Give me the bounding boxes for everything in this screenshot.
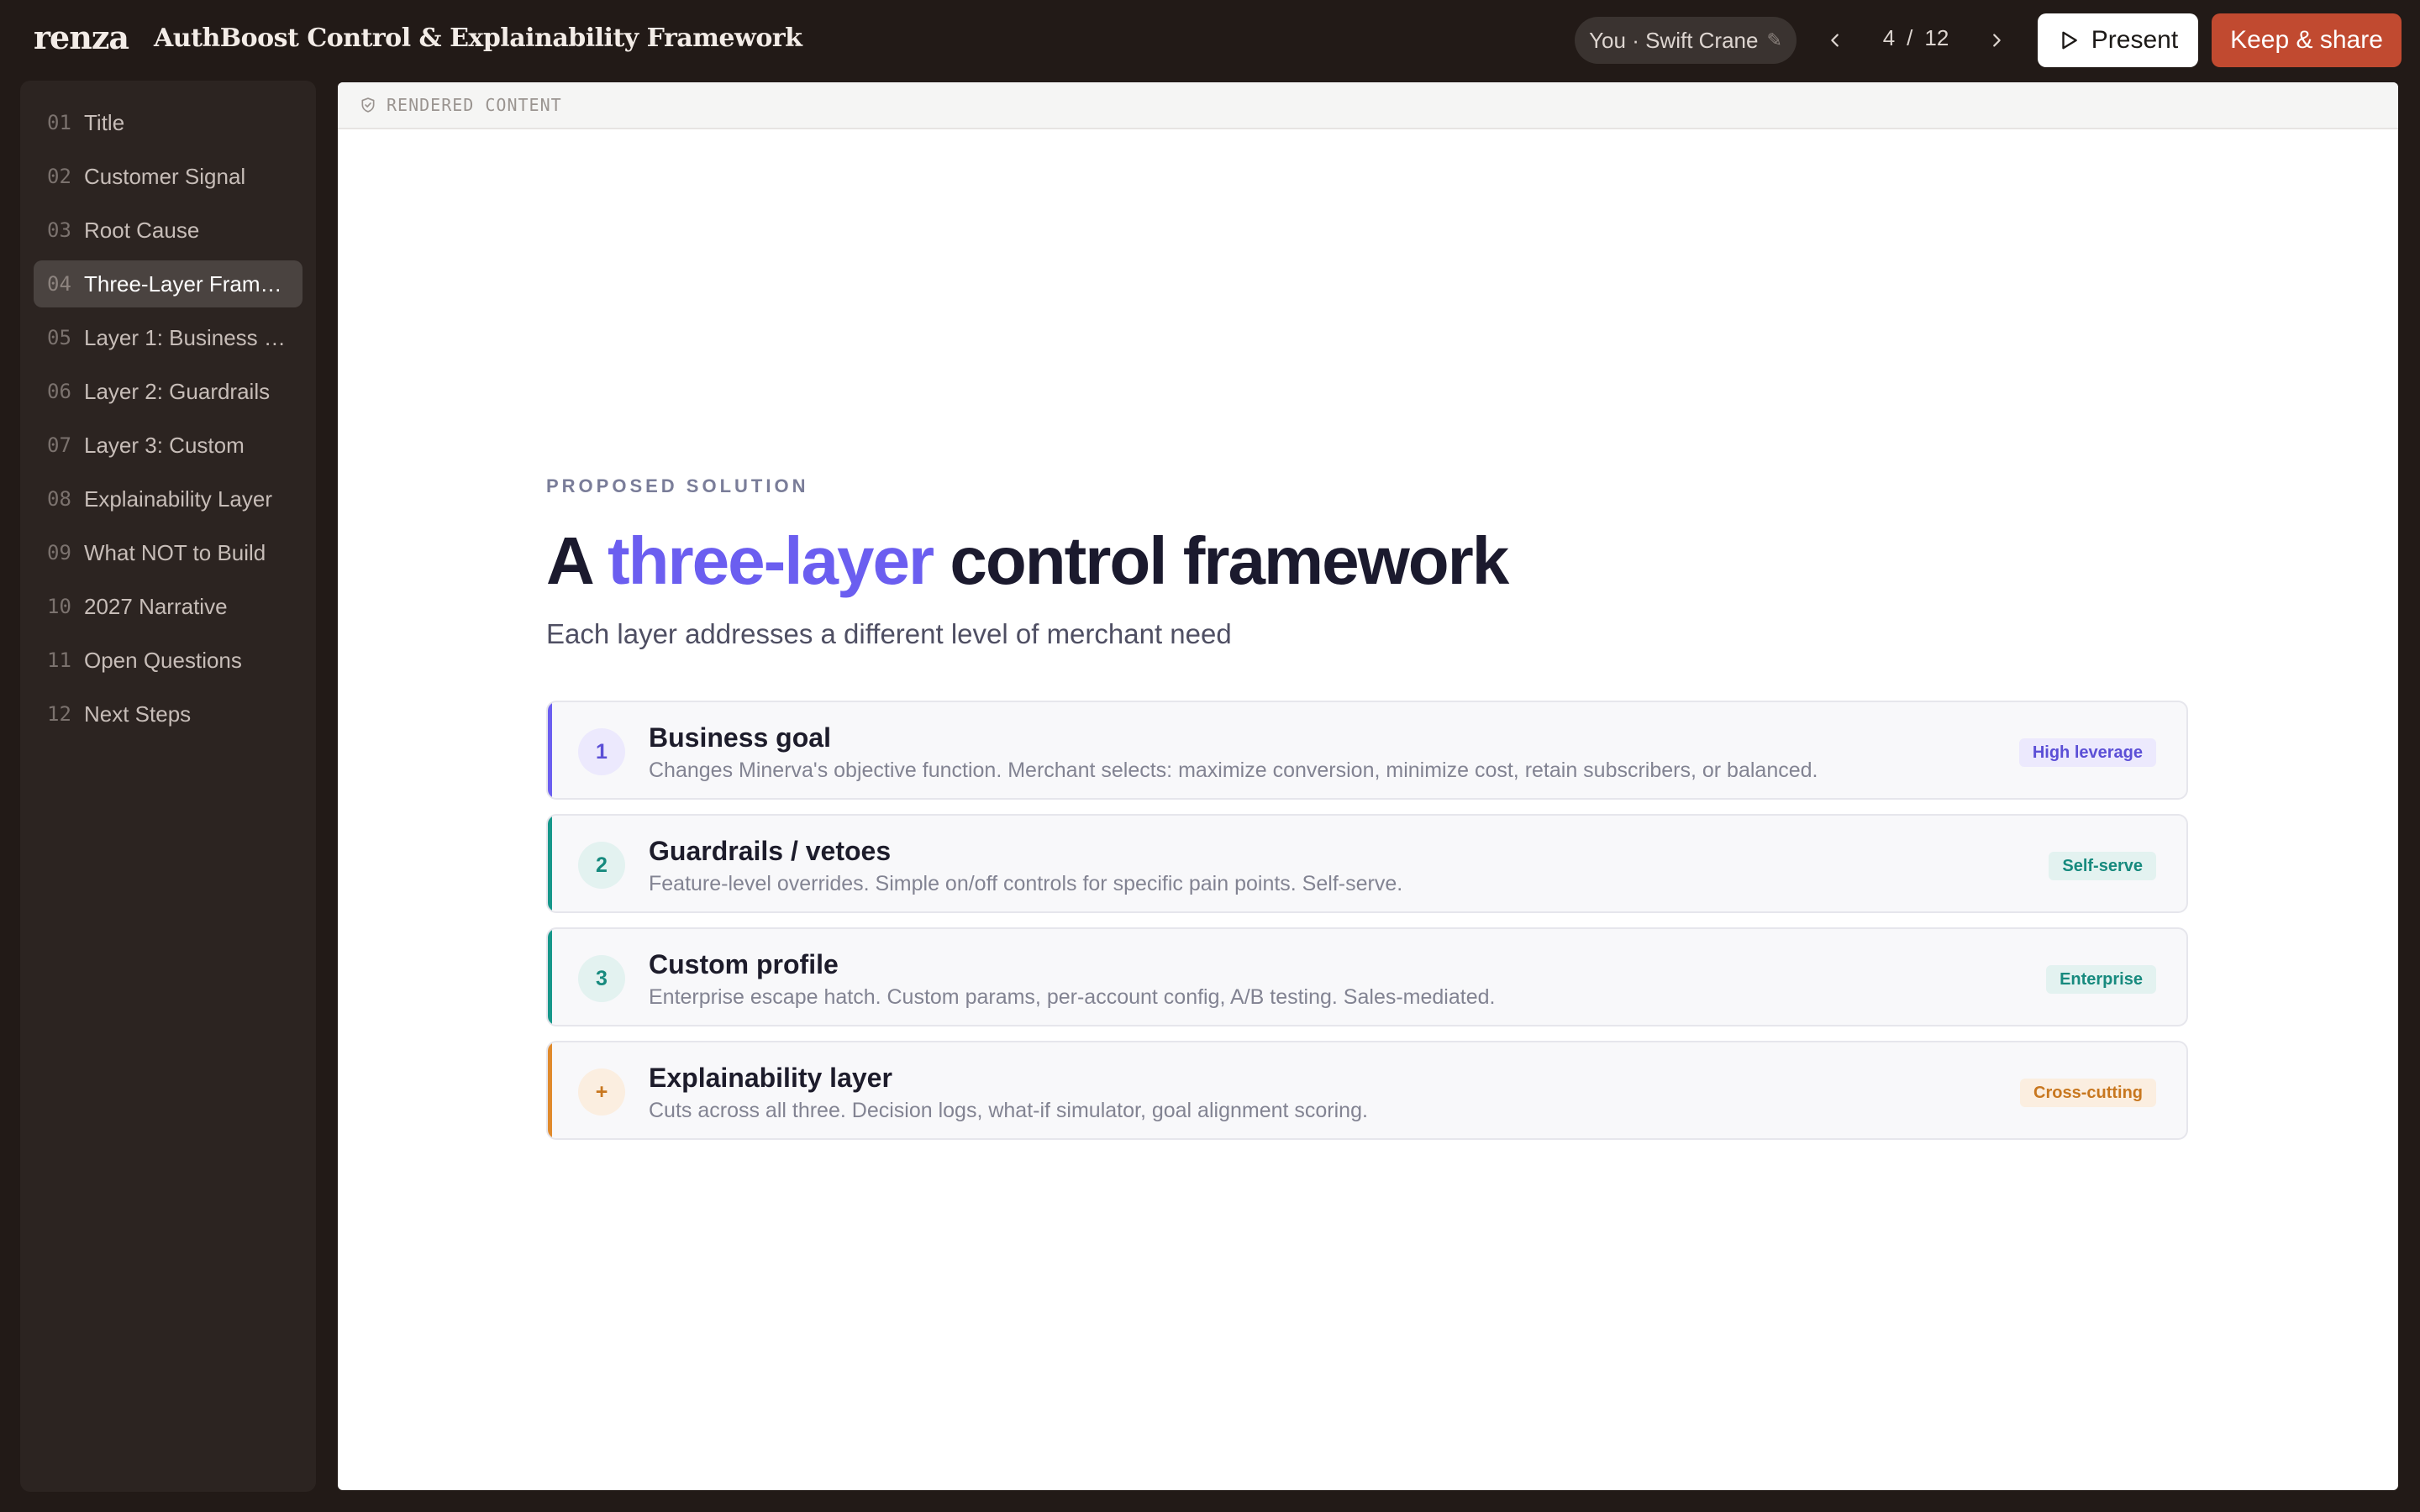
layer-tag: Enterprise bbox=[2046, 965, 2156, 994]
previous-slide-button[interactable] bbox=[1815, 20, 1855, 60]
page-total: 12 bbox=[1924, 25, 1949, 50]
slide-title: Root Cause bbox=[84, 217, 200, 243]
slide-title: Layer 1: Business Goal bbox=[84, 324, 286, 350]
layer-number-badge: 1 bbox=[578, 728, 625, 775]
page-indicator: 4 / 12 bbox=[1862, 25, 1970, 51]
slide-title: Three-Layer Framework bbox=[84, 270, 286, 297]
canvas-header: RENDERED CONTENT bbox=[338, 82, 2398, 129]
keep-and-share-button[interactable]: Keep & share bbox=[2212, 13, 2402, 67]
slide-number: 11 bbox=[47, 648, 71, 672]
slide-list-sidebar: 01 Title 02 Customer Signal 03 Root Cause 04 Th… bbox=[20, 81, 316, 1492]
slide-canvas: RENDERED CONTENT PROPOSED SOLUTION A thr… bbox=[338, 82, 2398, 1490]
sidebar-slide-item[interactable]: 12 Next Steps bbox=[34, 690, 302, 738]
slide-number: 07 bbox=[47, 433, 71, 457]
slide-number: 03 bbox=[47, 218, 71, 242]
layer-text: Business goal Changes Minerva's objective… bbox=[649, 722, 1818, 783]
layer-text: Guardrails / vetoes Feature-level overrid… bbox=[649, 836, 1402, 896]
sidebar-slide-item[interactable]: 10 2027 Narrative bbox=[34, 583, 302, 630]
shield-icon bbox=[361, 97, 375, 113]
slide-title: What NOT to Build bbox=[84, 539, 266, 565]
slide-title: Customer Signal bbox=[84, 163, 246, 189]
slide-title: Next Steps bbox=[84, 701, 192, 727]
layer-name: Custom profile bbox=[649, 949, 839, 979]
layer-description: Changes Minerva's objective function. Me… bbox=[649, 759, 1818, 782]
present-button[interactable]: Present bbox=[2038, 13, 2198, 67]
slide-number: 08 bbox=[47, 487, 71, 511]
slide-number: 05 bbox=[47, 326, 71, 349]
layer-description: Cuts across all three. Decision logs, wh… bbox=[649, 1099, 1368, 1122]
user-name-label: You · Swift Crane bbox=[1589, 27, 1759, 53]
sidebar-slide-item[interactable]: 07 Layer 3: Custom bbox=[34, 422, 302, 469]
layer-name: Guardrails / vetoes bbox=[649, 836, 892, 866]
layer-text: Custom profile Enterprise escape hatch. C… bbox=[649, 949, 1495, 1010]
present-button-label: Present bbox=[2091, 26, 2179, 54]
slide-title: 2027 Narrative bbox=[84, 593, 228, 619]
layer-tag: High leverage bbox=[2018, 738, 2156, 767]
layer-name: Explainability layer bbox=[649, 1063, 892, 1093]
slide-number: 06 bbox=[47, 380, 71, 403]
layer-card: 3 Custom profile Enterprise escape hatch. … bbox=[546, 927, 2188, 1026]
slide-subheading: Each layer addresses a different level o… bbox=[546, 618, 1232, 649]
slide-title: Open Questions bbox=[84, 647, 242, 673]
slide-number: 01 bbox=[47, 111, 71, 134]
layer-number-badge: + bbox=[578, 1068, 625, 1116]
sidebar-slide-item[interactable]: 01 Title bbox=[34, 99, 302, 146]
layer-card: 2 Guardrails / vetoes Feature-level overri… bbox=[546, 814, 2188, 913]
slide-title: Layer 3: Custom bbox=[84, 432, 245, 458]
page-current: 4 bbox=[1882, 25, 1896, 50]
slide-title: Title bbox=[84, 109, 125, 135]
layer-accent-bar bbox=[548, 702, 552, 798]
document-title[interactable]: AuthBoost Control & Explainability Frame… bbox=[154, 24, 802, 53]
slide-kicker: PROPOSED SOLUTION bbox=[546, 475, 809, 496]
slide-number: 12 bbox=[47, 702, 71, 726]
sidebar-slide-item[interactable]: 09 What NOT to Build bbox=[34, 529, 302, 576]
play-icon bbox=[2062, 31, 2077, 50]
page-separator: / bbox=[1907, 25, 1913, 50]
headline-prefix: A bbox=[546, 523, 608, 598]
layer-name: Business goal bbox=[649, 722, 831, 753]
sidebar-slide-item[interactable]: 06 Layer 2: Guardrails bbox=[34, 368, 302, 415]
layer-card: + Explainability layer Cuts across all thr… bbox=[546, 1041, 2188, 1140]
layer-text: Explainability layer Cuts across all thre… bbox=[649, 1063, 1368, 1123]
rendered-content-label: RENDERED CONTENT bbox=[387, 95, 562, 115]
layer-number-badge: 2 bbox=[578, 842, 625, 889]
layer-accent-bar bbox=[548, 1042, 552, 1138]
slide-content: PROPOSED SOLUTION A three-layer control … bbox=[546, 475, 2193, 1154]
chevron-left-icon bbox=[1831, 34, 1839, 47]
layer-card: 1 Business goal Changes Minerva's objectiv… bbox=[546, 701, 2188, 800]
edit-icon: ✎ bbox=[1766, 29, 1782, 50]
sidebar-slide-item[interactable]: 08 Explainability Layer bbox=[34, 475, 302, 522]
user-name-pill[interactable]: You · Swift Crane ✎ bbox=[1575, 17, 1797, 64]
slide-title: Layer 2: Guardrails bbox=[84, 378, 271, 404]
top-bar: renza AuthBoost Control & Explainability… bbox=[0, 0, 2420, 81]
layer-tag: Self-serve bbox=[2049, 852, 2156, 880]
layer-tag: Cross-cutting bbox=[2020, 1079, 2156, 1107]
slide-number: 02 bbox=[47, 165, 71, 188]
slide-number: 09 bbox=[47, 541, 71, 564]
app-logo[interactable]: renza bbox=[34, 18, 129, 56]
headline-accent: three-layer bbox=[608, 523, 934, 598]
headline-suffix: control framework bbox=[933, 523, 1509, 598]
chevron-right-icon bbox=[1993, 34, 2001, 47]
next-slide-button[interactable] bbox=[1976, 20, 2017, 60]
sidebar-slide-item[interactable]: 11 Open Questions bbox=[34, 637, 302, 684]
layer-list: 1 Business goal Changes Minerva's objectiv… bbox=[546, 701, 2193, 1140]
sidebar-slide-item[interactable]: 02 Customer Signal bbox=[34, 153, 302, 200]
layer-accent-bar bbox=[548, 816, 552, 911]
sidebar-slide-item[interactable]: 05 Layer 1: Business Goal bbox=[34, 314, 302, 361]
sidebar-slide-item[interactable]: 04 Three-Layer Framework bbox=[34, 260, 302, 307]
layer-description: Feature-level overrides. Simple on/off c… bbox=[649, 872, 1403, 895]
layer-accent-bar bbox=[548, 929, 552, 1025]
slide-title: Explainability Layer bbox=[84, 486, 273, 512]
sidebar-slide-item[interactable]: 03 Root Cause bbox=[34, 207, 302, 254]
slide-number: 10 bbox=[47, 595, 71, 618]
layer-description: Enterprise escape hatch. Custom params, … bbox=[649, 985, 1496, 1009]
layer-number-badge: 3 bbox=[578, 955, 625, 1002]
slide-number: 04 bbox=[47, 272, 71, 296]
slide-headline: A three-layer control framework bbox=[546, 522, 2193, 600]
